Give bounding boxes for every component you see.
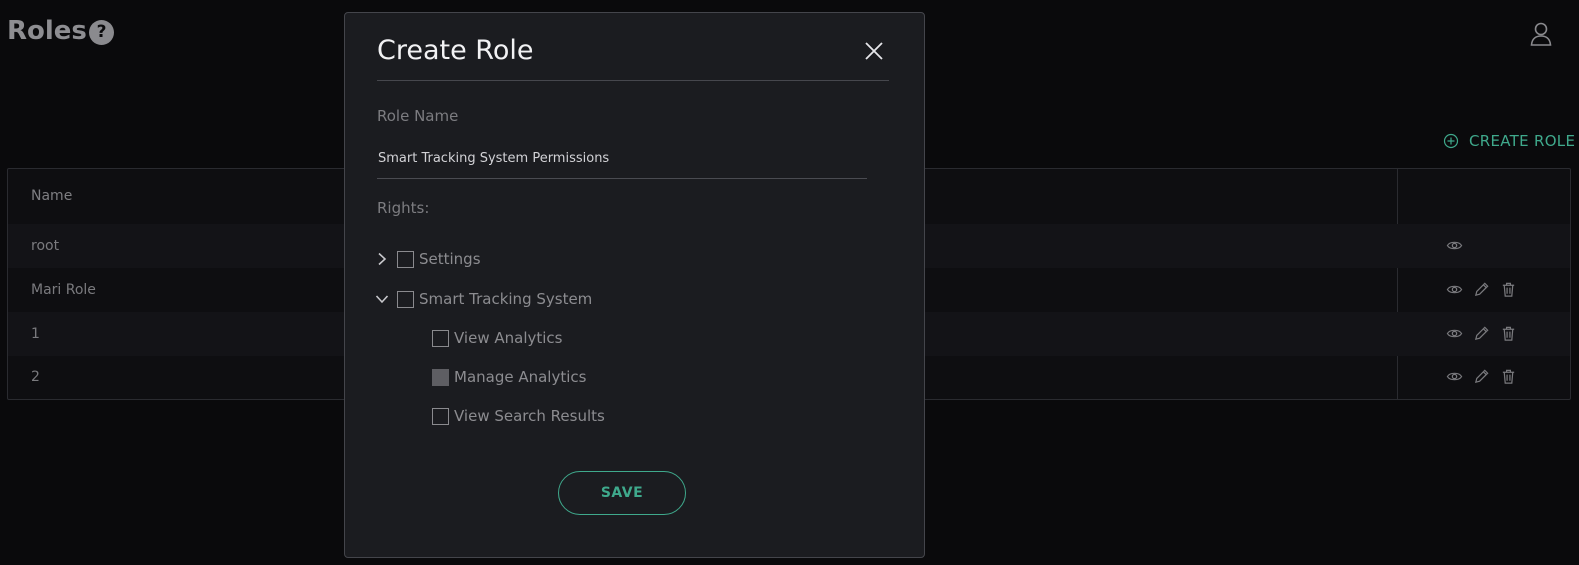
tree-node-view-analytics: View Analytics — [432, 329, 562, 347]
chevron-down-icon[interactable] — [375, 292, 389, 306]
view-icon[interactable] — [1446, 325, 1463, 342]
view-icon[interactable] — [1446, 237, 1463, 254]
app-root: Roles ? CREATE ROLE Name root Mari Role — [0, 0, 1579, 565]
role-name-label: Role Name — [377, 107, 459, 125]
dialog-title: Create Role — [377, 35, 534, 66]
role-name-cell: 1 — [31, 326, 40, 342]
manage-analytics-checkbox[interactable] — [432, 368, 449, 386]
chevron-right-icon[interactable] — [375, 252, 389, 266]
close-icon[interactable] — [864, 41, 884, 61]
save-button[interactable]: SAVE — [558, 471, 686, 515]
column-header-name: Name — [31, 188, 73, 204]
view-icon[interactable] — [1446, 281, 1463, 298]
help-icon[interactable]: ? — [89, 20, 114, 45]
tree-node-label: View Search Results — [454, 407, 605, 425]
edit-icon[interactable] — [1473, 325, 1490, 342]
tree-node-settings: Settings — [375, 250, 481, 268]
smart-tracking-system-checkbox[interactable] — [397, 290, 414, 308]
create-role-button[interactable]: CREATE ROLE — [1443, 132, 1575, 150]
edit-icon[interactable] — [1473, 281, 1490, 298]
tree-node-label: Settings — [419, 250, 481, 268]
role-name-cell: Mari Role — [31, 282, 96, 298]
role-name-cell: 2 — [31, 369, 40, 385]
plus-circle-icon — [1443, 133, 1459, 149]
tree-node-smart-tracking-system: Smart Tracking System — [375, 290, 592, 308]
delete-icon[interactable] — [1500, 325, 1517, 342]
delete-icon[interactable] — [1500, 281, 1517, 298]
tree-node-view-search-results: View Search Results — [432, 407, 605, 425]
user-icon[interactable] — [1530, 22, 1552, 46]
view-search-results-checkbox[interactable] — [432, 407, 449, 425]
page-title: Roles — [7, 16, 87, 46]
settings-checkbox[interactable] — [397, 250, 414, 268]
view-icon[interactable] — [1446, 368, 1463, 385]
create-role-label: CREATE ROLE — [1469, 132, 1576, 150]
role-name-cell: root — [31, 238, 60, 254]
tree-node-label: View Analytics — [454, 329, 563, 347]
create-role-dialog: Create Role Role Name Rights: Settings S… — [344, 12, 925, 558]
role-name-input[interactable] — [377, 139, 867, 179]
rights-label: Rights: — [377, 199, 430, 217]
view-analytics-checkbox[interactable] — [432, 329, 449, 347]
tree-node-label: Manage Analytics — [454, 368, 587, 386]
tree-node-manage-analytics: Manage Analytics — [432, 368, 586, 386]
delete-icon[interactable] — [1500, 368, 1517, 385]
tree-node-label: Smart Tracking System — [419, 290, 593, 308]
title-divider — [377, 80, 889, 81]
edit-icon[interactable] — [1473, 368, 1490, 385]
